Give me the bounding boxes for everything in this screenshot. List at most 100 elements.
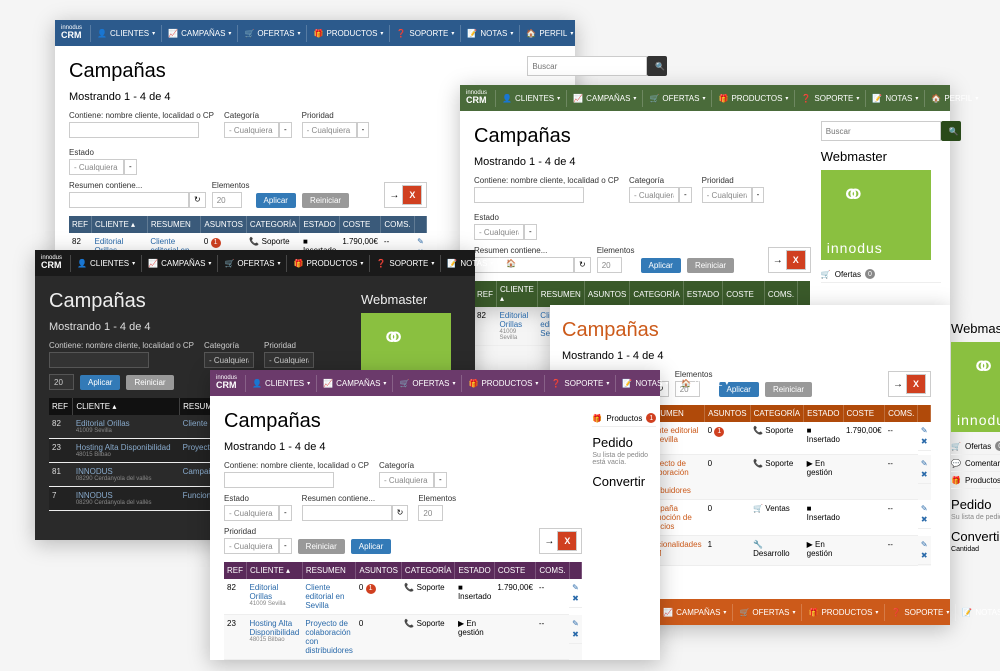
client-link[interactable]: Hosting Alta Disponibilidad	[76, 443, 177, 452]
reset-icon[interactable]: -	[752, 187, 765, 203]
col-asuntos[interactable]: ASUNTOS	[356, 562, 402, 579]
nav-productos[interactable]: 🎁 PRODUCTOS ▾	[711, 90, 794, 107]
col-ref[interactable]: REF	[69, 216, 92, 233]
reset-prioridad[interactable]: -	[357, 122, 370, 138]
col-coste[interactable]: COSTE	[843, 405, 885, 422]
nav-soporte[interactable]: ❓ SOPORTE ▾	[884, 604, 955, 621]
edit-icon[interactable]: ✎	[921, 426, 928, 435]
col-ref[interactable]: REF	[474, 281, 497, 307]
client-link[interactable]: INNODUS	[76, 467, 177, 476]
reset-icon[interactable]: -	[279, 538, 292, 554]
edit-icon[interactable]: ✎	[921, 540, 928, 549]
col-ref[interactable]: REF	[224, 562, 247, 579]
filter-categoria-select[interactable]	[204, 352, 254, 368]
client-link[interactable]: Editorial Orillas	[250, 583, 300, 601]
delete-icon[interactable]: ✖	[921, 437, 928, 446]
filter-prioridad-select[interactable]	[264, 352, 314, 368]
client-link[interactable]: Editorial Orillas	[500, 311, 535, 329]
filter-estado-select[interactable]	[69, 159, 124, 175]
filter-elementos-select[interactable]	[597, 257, 622, 273]
filter-elementos-select[interactable]	[49, 374, 74, 390]
nav-notas[interactable]: 📝 NOTAS ▾	[440, 255, 499, 272]
filter-estado-select[interactable]	[474, 224, 524, 240]
refresh-icon[interactable]: ↻	[189, 192, 206, 208]
edit-icon[interactable]: ✎	[417, 237, 424, 246]
search-input[interactable]	[527, 56, 647, 76]
nav-soporte[interactable]: ❓ SOPORTE ▾	[794, 90, 865, 107]
reset-estado[interactable]: -	[124, 159, 137, 175]
filter-contiene-input[interactable]	[49, 352, 149, 368]
nav-notas[interactable]: 📝 NOTAS ▾	[865, 90, 924, 107]
filter-estado-select[interactable]	[224, 505, 279, 521]
delete-icon[interactable]: ✖	[572, 630, 579, 639]
nav-campanas[interactable]: 📈 CAMPAÑAS ▾	[566, 90, 642, 107]
col-estado[interactable]: ESTADO	[300, 216, 339, 233]
reiniciar-button[interactable]: Reiniciar	[298, 539, 345, 554]
col-categoria[interactable]: CATEGORÍA	[401, 562, 455, 579]
col-estado[interactable]: ESTADO	[683, 281, 722, 307]
filter-elementos-select[interactable]	[212, 192, 242, 208]
nav-productos[interactable]: 🎁 PRODUCTOS ▾	[801, 604, 884, 621]
nav-clientes[interactable]: 👤 CLIENTES ▾	[495, 90, 566, 107]
nav-notas[interactable]: 📝 NOTAS ▾	[460, 25, 519, 42]
nav-clientes[interactable]: 👤 CLIENTES ▾	[70, 255, 141, 272]
edit-icon[interactable]: ✎	[572, 619, 579, 628]
col-coms[interactable]: COMS.	[536, 562, 569, 579]
nav-perfil[interactable]: 🏠 PERFIL ▾	[924, 90, 984, 107]
nav-productos[interactable]: 🎁 PRODUCTOS ▾	[306, 25, 389, 42]
filter-prioridad-select[interactable]	[702, 187, 752, 203]
nav-ofertas[interactable]: 🛒 OFERTAS ▾	[642, 90, 711, 107]
nav-clientes[interactable]: 👤 CLIENTES ▾	[90, 25, 161, 42]
nav-perfil[interactable]: 🏠 PERFIL ▾	[499, 255, 559, 272]
col-coms[interactable]: COMS.	[885, 405, 918, 422]
filter-categoria-select[interactable]	[629, 187, 679, 203]
nav-ofertas[interactable]: 🛒 OFERTAS ▾	[732, 604, 801, 621]
side-productos[interactable]: 🎁 Productos 1	[951, 472, 1000, 489]
nav-perfil[interactable]: 🏠 PERFIL ▾	[674, 375, 734, 392]
nav-campanas[interactable]: 📈 CAMPAÑAS ▾	[141, 255, 217, 272]
reiniciar-button[interactable]: Reiniciar	[687, 258, 734, 273]
nav-ofertas[interactable]: 🛒 OFERTAS ▾	[392, 375, 461, 392]
delete-icon[interactable]: ✖	[572, 594, 579, 603]
filter-categoria-select[interactable]	[224, 122, 279, 138]
col-categoria[interactable]: CATEGORÍA	[630, 281, 684, 307]
edit-icon[interactable]: ✎	[921, 459, 928, 468]
col-asuntos[interactable]: ASUNTOS	[201, 216, 247, 233]
filter-resumen-input[interactable]	[302, 505, 392, 521]
refresh-icon[interactable]: ↻	[392, 505, 409, 521]
col-estado[interactable]: ESTADO	[804, 405, 843, 422]
aplicar-button[interactable]: Aplicar	[351, 539, 391, 554]
col-asuntos[interactable]: ASUNTOS	[584, 281, 630, 307]
export-excel[interactable]: →X	[888, 371, 931, 397]
nav-productos[interactable]: 🎁 PRODUCTOS ▾	[286, 255, 369, 272]
reset-categoria[interactable]: -	[279, 122, 292, 138]
col-cliente[interactable]: CLIENTE ▴	[247, 562, 303, 579]
col-asuntos[interactable]: ASUNTOS	[705, 405, 751, 422]
reset-icon[interactable]: -	[279, 505, 292, 521]
filter-contiene-input[interactable]	[69, 122, 199, 138]
resumen-link[interactable]: Cliente editorial en Sevilla	[305, 583, 344, 610]
col-coste[interactable]: COSTE	[723, 281, 765, 307]
nav-soporte[interactable]: ❓ SOPORTE ▾	[389, 25, 460, 42]
col-coste[interactable]: COSTE	[339, 216, 381, 233]
client-link[interactable]: Hosting Alta Disponibilidad	[250, 619, 300, 637]
delete-icon[interactable]: ✖	[921, 515, 928, 524]
nav-soporte[interactable]: ❓ SOPORTE ▾	[544, 375, 615, 392]
reset-icon[interactable]: -	[434, 472, 447, 488]
reiniciar-button[interactable]: Reiniciar	[126, 375, 173, 390]
col-cliente[interactable]: CLIENTE ▴	[73, 398, 180, 415]
filter-contiene-input[interactable]	[224, 472, 334, 488]
col-coms[interactable]: COMS.	[381, 216, 414, 233]
col-coste[interactable]: COSTE	[494, 562, 536, 579]
reiniciar-button[interactable]: Reiniciar	[765, 382, 812, 397]
client-link[interactable]: INNODUS	[76, 491, 177, 500]
side-ofertas[interactable]: 🛒 Ofertas 0	[951, 438, 1000, 455]
col-ref[interactable]: REF	[49, 398, 73, 415]
aplicar-button[interactable]: Aplicar	[80, 375, 120, 390]
filter-resumen-input[interactable]	[69, 192, 189, 208]
col-cliente[interactable]: CLIENTE ▴	[92, 216, 148, 233]
nav-productos[interactable]: 🎁 PRODUCTOS ▾	[461, 375, 544, 392]
export-excel[interactable]: →X	[384, 182, 427, 208]
nav-notas[interactable]: 📝 NOTAS ▾	[955, 604, 1000, 621]
client-link[interactable]: Editorial Orillas	[76, 419, 177, 428]
